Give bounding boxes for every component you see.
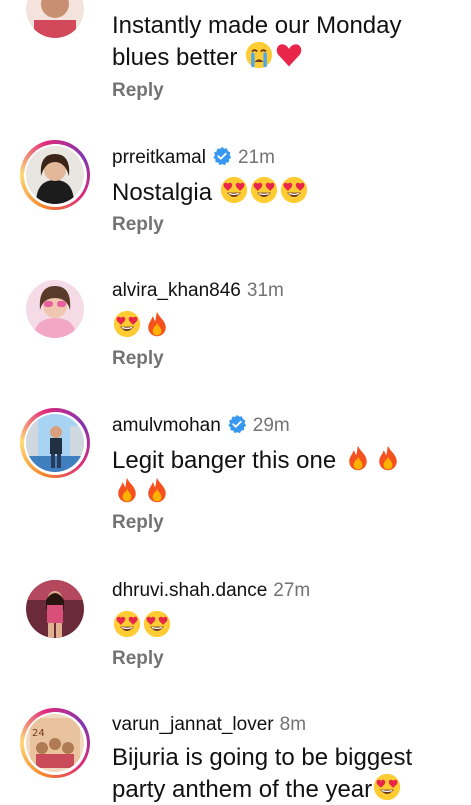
username[interactable]: alvira_khan846 [112,280,241,301]
avatar[interactable] [20,408,90,478]
reply-button[interactable]: Reply [112,348,164,370]
fire-icon [374,444,402,472]
reply-button[interactable]: Reply [112,80,164,102]
verified-badge-icon [212,146,232,166]
username[interactable]: dhruvi.shah.dance [112,580,267,601]
heart-eyes-icon [113,610,141,638]
svg-text:24: 24 [32,728,45,739]
red-heart-icon [275,41,303,69]
avatar[interactable] [20,274,90,344]
reply-button[interactable]: Reply [112,512,164,534]
username[interactable]: amulvmohan [112,415,221,436]
comment-meta: alvira_khan846 31m [112,280,284,302]
heart-eyes-icon [113,310,141,338]
comment-meta: dhruvi.shah.dance 27m [112,580,310,602]
avatar[interactable] [20,140,90,210]
story-ring [20,408,90,478]
comment-text [112,610,452,642]
username[interactable]: prreitkamal [112,147,206,168]
heart-eyes-icon [143,610,171,638]
comment-meta: varun_jannat_lover 8m [112,714,306,736]
username[interactable]: varun_jannat_lover [112,714,274,735]
heart-eyes-icon [250,176,278,204]
avatar[interactable]: 24 [20,708,90,778]
heart-eyes-icon [373,773,401,801]
crying-face-icon [245,41,273,69]
story-ring [20,140,90,210]
heart-eyes-icon [220,176,248,204]
timestamp: 29m [252,415,290,436]
comment-text: Legit banger this one [112,444,452,508]
timestamp: 8m [279,714,307,735]
reply-button[interactable]: Reply [112,648,164,670]
timestamp: 27m [273,580,311,601]
fire-icon [143,476,171,504]
comment-text: Instantly made our Monday blues better [112,12,402,71]
comment-text: Bijuria is going to be biggest party ant… [112,744,413,803]
reply-button[interactable]: Reply [112,214,164,236]
comment-text: Nostalgia [112,176,452,208]
fire-icon [113,476,141,504]
comment-meta: amulvmohan 29m [112,414,290,437]
fire-icon [143,310,171,338]
fire-icon [344,444,372,472]
story-ring: 24 [20,708,90,778]
timestamp: 21m [237,147,275,168]
timestamp: 31m [246,280,284,301]
avatar[interactable] [20,574,90,644]
verified-badge-icon [227,414,247,434]
heart-eyes-icon [280,176,308,204]
comment-meta: prreitkamal 21m [112,146,275,169]
comment-text [112,310,452,342]
avatar[interactable] [20,0,90,44]
